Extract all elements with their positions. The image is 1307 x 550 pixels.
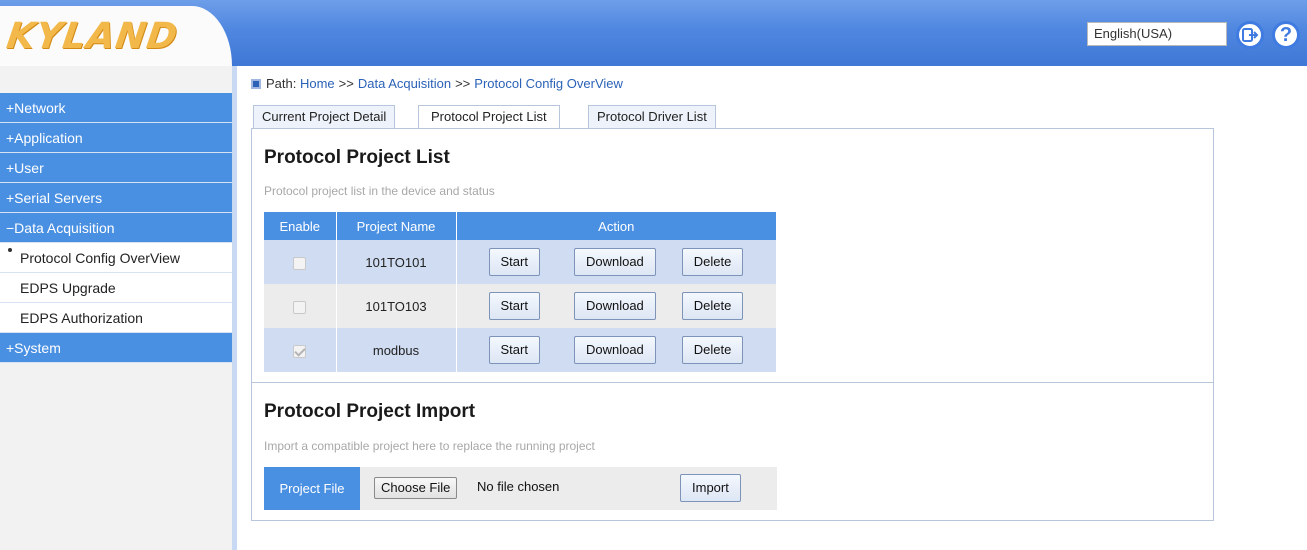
breadcrumb-separator: >> bbox=[338, 76, 354, 91]
path-square-icon bbox=[251, 78, 261, 89]
project-table: Enable Project Name Action 101TO101 Star… bbox=[264, 212, 777, 372]
import-form-row: Project File Choose File No file chosen … bbox=[264, 467, 777, 510]
breadcrumb-home[interactable]: Home bbox=[300, 76, 335, 91]
file-status-text: No file chosen bbox=[477, 479, 560, 494]
choose-file-button[interactable]: Choose File bbox=[374, 477, 458, 499]
sidebar-item-network[interactable]: +Network bbox=[0, 93, 232, 123]
tab-current-project-detail[interactable]: Current Project Detail bbox=[253, 105, 396, 129]
kyland-logo: KYLAND bbox=[4, 16, 181, 57]
start-button[interactable]: Start bbox=[488, 248, 540, 276]
delete-button[interactable]: Delete bbox=[681, 292, 744, 320]
active-bullet-icon bbox=[8, 248, 12, 252]
table-row: 101TO103 Start Download Delete bbox=[264, 284, 777, 328]
project-name: modbus bbox=[336, 328, 457, 372]
tab-protocol-driver-list[interactable]: Protocol Driver List bbox=[588, 105, 716, 129]
enable-checkbox[interactable] bbox=[293, 256, 307, 270]
sidebar-item-label: Protocol Config OverView bbox=[20, 250, 181, 266]
sidebar-item-edps-upgrade[interactable]: EDPS Upgrade bbox=[0, 273, 232, 303]
sidebar-item-serial-servers[interactable]: +Serial Servers bbox=[0, 183, 232, 213]
language-select[interactable]: English(USA) bbox=[1087, 22, 1227, 46]
sidebar-item-system[interactable]: +System bbox=[0, 333, 232, 363]
project-name: 101TO101 bbox=[336, 240, 457, 284]
sidebar-nav: +Network +Application +User +Serial Serv… bbox=[0, 93, 232, 363]
breadcrumb: Path: Home >> Data Acquisition >> Protoc… bbox=[251, 76, 623, 91]
download-button[interactable]: Download bbox=[573, 292, 656, 320]
breadcrumb-data-acquisition[interactable]: Data Acquisition bbox=[358, 76, 451, 91]
logout-icon[interactable] bbox=[1236, 21, 1264, 49]
enable-checkbox[interactable] bbox=[293, 300, 307, 314]
project-list-description: Protocol project list in the device and … bbox=[264, 184, 495, 198]
import-button[interactable]: Import bbox=[680, 474, 741, 502]
download-button[interactable]: Download bbox=[573, 336, 656, 364]
logo-area: KYLAND bbox=[0, 6, 232, 66]
project-import-description: Import a compatible project here to repl… bbox=[264, 439, 595, 453]
breadcrumb-current[interactable]: Protocol Config OverView bbox=[474, 76, 623, 91]
enable-checkbox-checked[interactable] bbox=[293, 344, 307, 358]
sidebar-item-data-acquisition[interactable]: −Data Acquisition bbox=[0, 213, 232, 243]
top-header: KYLAND English(USA) ? bbox=[0, 0, 1307, 66]
start-button[interactable]: Start bbox=[488, 336, 540, 364]
delete-button[interactable]: Delete bbox=[681, 248, 744, 276]
column-header-action: Action bbox=[456, 212, 777, 240]
column-header-enable: Enable bbox=[264, 212, 337, 240]
download-button[interactable]: Download bbox=[573, 248, 656, 276]
section-divider bbox=[251, 382, 1214, 383]
project-file-label: Project File bbox=[264, 467, 360, 510]
sidebar-item-user[interactable]: +User bbox=[0, 153, 232, 183]
project-list-title: Protocol Project List bbox=[264, 147, 450, 168]
sidebar-divider bbox=[232, 66, 237, 550]
column-header-project-name: Project Name bbox=[336, 212, 457, 240]
sidebar-item-protocol-config-overview[interactable]: Protocol Config OverView bbox=[0, 243, 232, 273]
help-icon[interactable]: ? bbox=[1272, 21, 1300, 49]
project-import-title: Protocol Project Import bbox=[264, 401, 476, 422]
breadcrumb-separator: >> bbox=[455, 76, 471, 91]
delete-button[interactable]: Delete bbox=[681, 336, 744, 364]
breadcrumb-prefix: Path: bbox=[266, 76, 297, 91]
sidebar-item-application[interactable]: +Application bbox=[0, 123, 232, 153]
start-button[interactable]: Start bbox=[488, 292, 540, 320]
table-row: modbus Start Download Delete bbox=[264, 328, 777, 372]
table-row: 101TO101 Start Download Delete bbox=[264, 240, 777, 284]
project-name: 101TO103 bbox=[336, 284, 457, 328]
tab-protocol-project-list[interactable]: Protocol Project List bbox=[418, 105, 560, 130]
sidebar-item-edps-authorization[interactable]: EDPS Authorization bbox=[0, 303, 232, 333]
